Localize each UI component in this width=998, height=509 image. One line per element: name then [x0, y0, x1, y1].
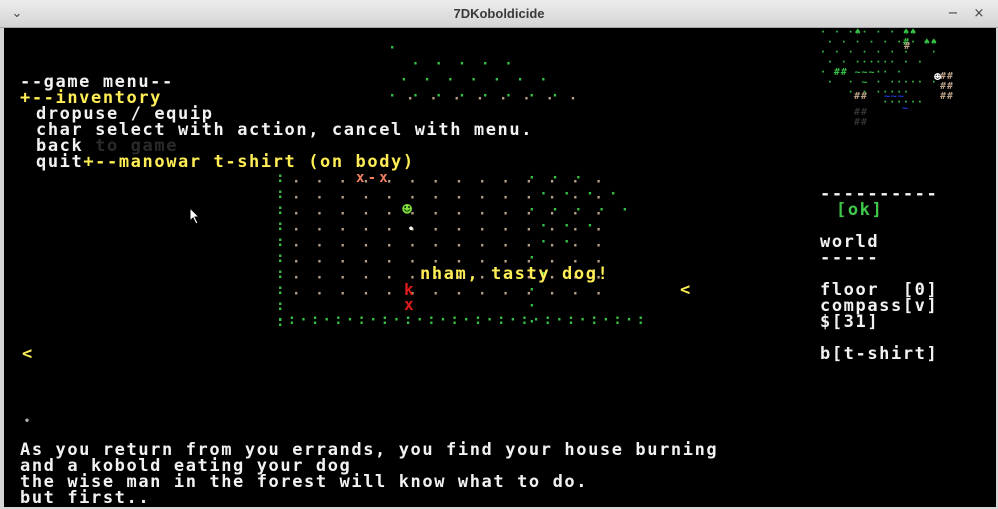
player-icon: ☻ [402, 200, 416, 220]
grass-left-border: : : : : : : : : : : [276, 170, 288, 330]
minimap: · · ·♠· · · ♠♠ · · · · · ·#· ♠♠ · · · · … [820, 28, 954, 128]
status-ok: [ok] [836, 200, 884, 220]
minimize-button[interactable]: − [944, 5, 962, 23]
equipped-item: b[t-shirt] [820, 344, 939, 364]
kobold-speech: nham, tasty dog! [420, 264, 610, 284]
blood-mark-kobold: x [404, 295, 417, 314]
inventory-item-tshirt[interactable]: +--manowar t-shirt (on body) [83, 152, 414, 172]
message-line: but first.. [20, 488, 151, 507]
mouse-cursor-icon [189, 207, 201, 225]
small-dot-marker: • [24, 416, 32, 427]
money-stat: $[31] [820, 312, 880, 332]
dog-remains: • [408, 224, 418, 235]
east-arrow-marker: < [680, 280, 692, 300]
window-title: 7DKoboldicide [453, 6, 545, 21]
world-underline: ----- [820, 248, 880, 268]
menu-item-quit[interactable]: quit+--manowar t-shirt (on body) [36, 152, 415, 172]
game-viewport[interactable]: · · · · · · · · · · · · · · · · · · · · … [4, 28, 996, 507]
house-floor-top: · · · · · · · · [406, 91, 581, 107]
window-titlebar: ⌄ 7DKoboldicide − × [0, 0, 998, 28]
west-arrow-marker: < [22, 344, 34, 364]
close-button[interactable]: × [970, 5, 988, 23]
quit-label: quit [36, 152, 84, 172]
blood-marks: x-x [356, 170, 391, 186]
